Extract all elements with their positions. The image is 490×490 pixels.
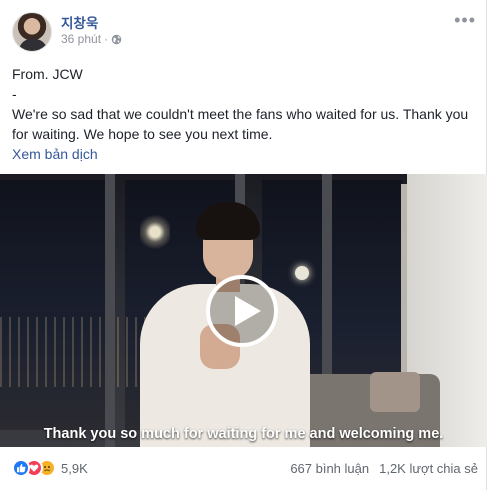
see-translation-link[interactable]: Xem bản dịch [12, 146, 98, 162]
like-icon [12, 459, 30, 477]
post-text: From. JCW - We're so sad that we couldn'… [12, 64, 478, 144]
post-time[interactable]: 36 phút [61, 32, 101, 46]
reactions-summary[interactable]: 5,9K [12, 459, 88, 477]
avatar-shirt [19, 39, 47, 51]
author-name[interactable]: 지창욱 [61, 12, 98, 32]
post-card: 지창욱 36 phút · ••• From. JCW - We're so s… [0, 0, 487, 490]
avatar[interactable] [12, 12, 52, 52]
background-window [0, 180, 105, 430]
meta-separator: · [104, 32, 109, 46]
video-subtitle: Thank you so much for waiting for me and… [43, 426, 444, 442]
shares-count[interactable]: 1,2K lượt chia sẻ [379, 461, 478, 476]
post-meta: 36 phút · [61, 32, 122, 46]
engagement-stats: 667 bình luận 1,2K lượt chia sẻ [290, 461, 478, 476]
chandelier [140, 212, 170, 252]
person-hair [196, 202, 260, 240]
post-header: 지창욱 36 phút · ••• [12, 10, 478, 54]
post-text-line: We're so sad that we couldn't meet the f… [12, 106, 469, 142]
post-footer: 5,9K 667 bình luận 1,2K lượt chia sẻ [12, 454, 478, 482]
play-icon[interactable] [206, 275, 278, 347]
lamp [295, 266, 309, 280]
post-text-line: - [12, 86, 17, 102]
window-frame [105, 174, 115, 447]
video-player[interactable]: Thank you so much for waiting for me and… [0, 174, 487, 447]
comments-count[interactable]: 667 bình luận [290, 461, 369, 476]
globe-icon[interactable] [111, 34, 122, 45]
pillow [370, 372, 420, 412]
post-text-line: From. JCW [12, 66, 83, 82]
reaction-count: 5,9K [61, 460, 88, 476]
more-options-icon[interactable]: ••• [454, 10, 476, 31]
